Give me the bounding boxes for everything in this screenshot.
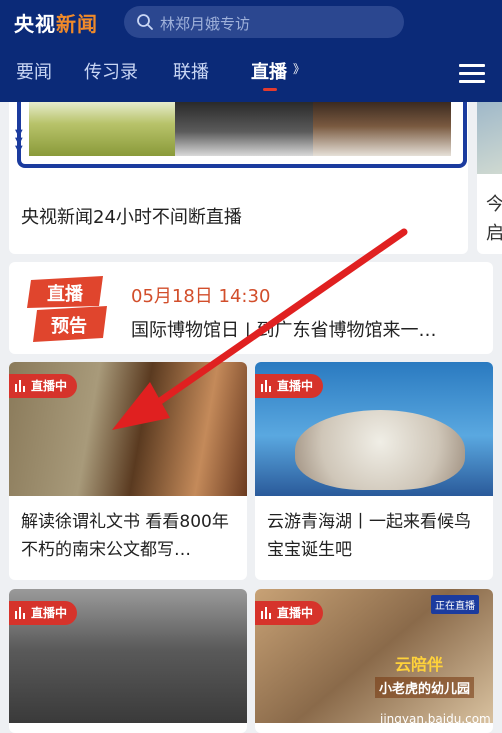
bird-island xyxy=(295,410,465,490)
live-preview-card[interactable]: 直播 预告 05月18日 14:30 国际博物馆日 | 到广东省博物馆来一… xyxy=(9,262,493,354)
menu-icon[interactable] xyxy=(459,64,485,84)
overlay-subtitle: 小老虎的幼儿园 xyxy=(375,677,475,698)
card-image xyxy=(477,102,502,174)
app-header: 央视新闻 林郑月娥专访 要闻 传习录 联播 直播 》 xyxy=(0,0,502,102)
live-banner-image: ▼ ▼ ▼ xyxy=(9,102,468,168)
svg-text:预告: 预告 xyxy=(51,315,87,337)
live-bars-icon xyxy=(261,607,271,619)
live-signal-icon: 》 xyxy=(293,62,306,76)
chevron-down-icon: ▼ ▼ ▼ xyxy=(15,128,23,155)
preview-title: 国际博物馆日 | 到广东省博物馆来一… xyxy=(131,320,437,341)
tab-zhibo[interactable]: 直播 xyxy=(251,58,287,84)
svg-text:直播: 直播 xyxy=(47,283,84,305)
live-bars-icon xyxy=(15,380,25,392)
live-card[interactable]: 直播中 解读徐谓礼文书 看看800年不朽的南宋公文都写… xyxy=(9,362,247,580)
live-bars-icon xyxy=(15,607,25,619)
card-title: 云游青海湖丨一起来看候鸟宝宝诞生吧 xyxy=(267,512,471,560)
live-bars-icon xyxy=(261,380,271,392)
card-title-line2: 启 xyxy=(486,223,502,244)
banner-frame xyxy=(17,102,467,168)
live-card-24h[interactable]: ▼ ▼ ▼ 央视新闻24小时不间断直播 xyxy=(9,102,468,254)
active-tab-indicator xyxy=(263,88,277,91)
tab-lianbo[interactable]: 联播 xyxy=(173,58,209,84)
live-now-tag: 正在直播 xyxy=(431,595,479,614)
live-badge: 直播中 xyxy=(9,374,78,398)
live-card[interactable]: 直播中 xyxy=(9,589,247,733)
card-title-line1: 今 xyxy=(486,194,502,215)
tab-yaowen[interactable]: 要闻 xyxy=(16,58,52,84)
live-badge: 直播中 xyxy=(255,374,324,398)
tab-chuanxilu[interactable]: 传习录 xyxy=(84,58,138,84)
search-placeholder: 林郑月娥专访 xyxy=(160,15,251,33)
app-logo: 央视新闻 xyxy=(14,12,98,36)
live-card-partial[interactable]: 今 启 xyxy=(477,102,502,254)
channel-tabs: 要闻 传习录 联播 直播 》 xyxy=(0,52,502,92)
live-badge: 直播中 xyxy=(9,601,78,625)
card-title: 央视新闻24小时不间断直播 xyxy=(21,207,242,228)
search-bar[interactable]: 林郑月娥专访 xyxy=(124,6,404,38)
card-title: 解读徐谓礼文书 看看800年不朽的南宋公文都写… xyxy=(21,512,229,560)
overlay-title: 云陪伴 xyxy=(395,655,444,674)
preview-time: 05月18日 14:30 xyxy=(131,286,271,307)
search-icon xyxy=(137,14,153,30)
live-card[interactable]: 直播中 云游青海湖丨一起来看候鸟宝宝诞生吧 xyxy=(255,362,493,580)
watermark: jingyan.baidu.com xyxy=(380,712,491,726)
live-preview-badge: 直播 预告 xyxy=(27,276,107,342)
live-badge: 直播中 xyxy=(255,601,324,625)
